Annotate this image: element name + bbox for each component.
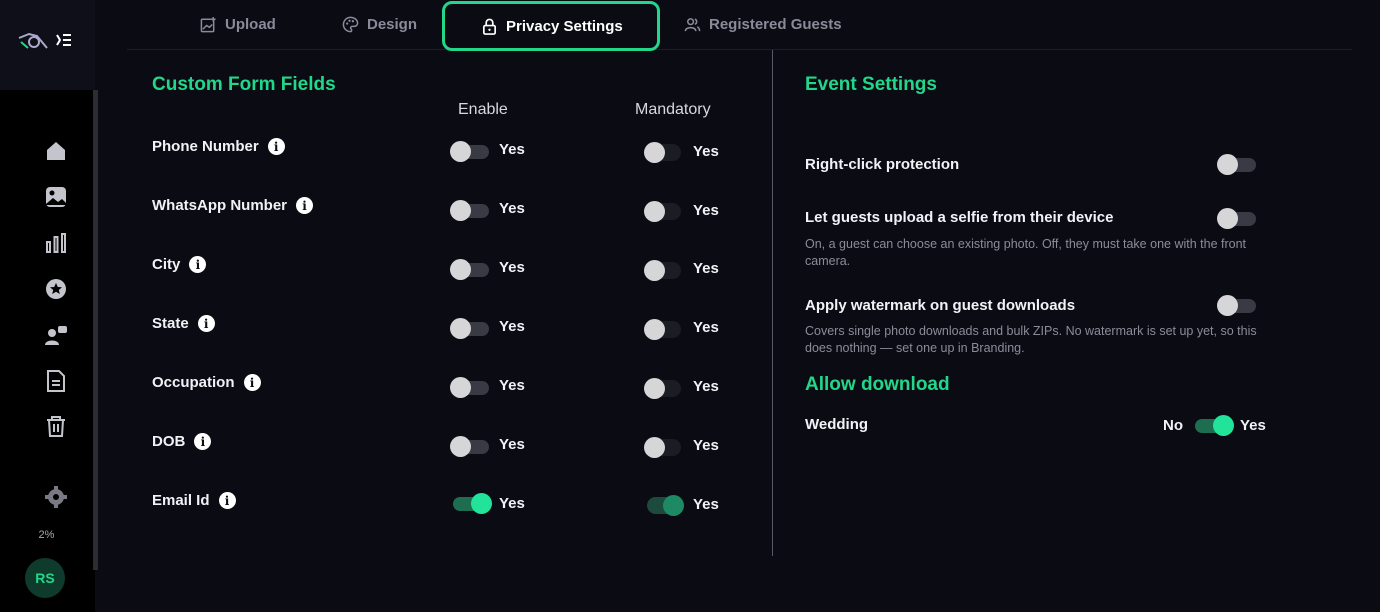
mandatory-toggle-whatsapp-number[interactable] bbox=[644, 201, 681, 222]
mandatory-toggle-phone-number[interactable] bbox=[644, 142, 681, 163]
mandatory-yes-label: Yes bbox=[693, 260, 719, 277]
star-icon[interactable] bbox=[44, 277, 68, 301]
trash-icon[interactable] bbox=[44, 414, 68, 438]
info-icon[interactable]: i bbox=[296, 197, 313, 214]
allow-download-no-label: No bbox=[1163, 417, 1183, 434]
watermark-label: Apply watermark on guest downloads bbox=[805, 297, 1076, 314]
mandatory-toggle-state[interactable] bbox=[644, 319, 681, 340]
document-icon[interactable] bbox=[44, 369, 68, 393]
enable-toggle-occupation[interactable] bbox=[450, 377, 489, 398]
selfie-upload-toggle[interactable] bbox=[1217, 208, 1256, 229]
info-icon[interactable]: i bbox=[194, 433, 212, 450]
tab-label: Design bbox=[367, 15, 418, 33]
field-label-phone-number: Phone Number i bbox=[152, 138, 285, 155]
mandatory-yes-label: Yes bbox=[693, 319, 719, 336]
users-icon[interactable] bbox=[44, 323, 68, 347]
settings-icon[interactable] bbox=[44, 485, 68, 509]
mandatory-toggle-dob[interactable] bbox=[644, 437, 681, 458]
sidebar-header bbox=[0, 0, 95, 90]
enable-toggle-whatsapp-number[interactable] bbox=[450, 200, 489, 221]
info-icon[interactable]: i bbox=[218, 492, 236, 509]
enable-yes-label: Yes bbox=[499, 495, 525, 512]
mandatory-yes-label: Yes bbox=[693, 496, 719, 513]
enable-yes-label: Yes bbox=[499, 318, 525, 335]
gallery-icon[interactable] bbox=[44, 185, 68, 209]
enable-yes-label: Yes bbox=[499, 377, 525, 394]
avatar[interactable]: RS bbox=[25, 558, 65, 598]
info-icon[interactable]: i bbox=[243, 374, 261, 391]
mandatory-column-header: Mandatory bbox=[635, 101, 711, 118]
field-label-email-id: Email Id i bbox=[152, 492, 236, 509]
allow-download-item-label: Wedding bbox=[805, 416, 869, 433]
analytics-icon[interactable] bbox=[44, 231, 68, 255]
event-settings-title: Event Settings bbox=[805, 74, 937, 95]
field-label-dob: DOB i bbox=[152, 433, 212, 450]
field-label-state: State i bbox=[152, 315, 215, 332]
lock-icon bbox=[482, 18, 497, 35]
allow-download-yes-label: Yes bbox=[1240, 417, 1266, 434]
column-divider bbox=[772, 50, 773, 556]
home-icon[interactable] bbox=[44, 139, 68, 163]
mandatory-yes-label: Yes bbox=[693, 202, 719, 219]
field-label-occupation: Occupation i bbox=[152, 374, 261, 391]
tab-label: Registered Guests bbox=[709, 15, 842, 33]
mandatory-toggle-email-id[interactable] bbox=[647, 495, 684, 516]
info-icon[interactable]: i bbox=[189, 256, 207, 273]
storage-usage: 2% bbox=[38, 529, 55, 541]
selfie-upload-description: On, a guest can choose an existing photo… bbox=[805, 237, 1247, 268]
field-label-whatsapp-number: WhatsApp Number i bbox=[152, 197, 313, 214]
enable-yes-label: Yes bbox=[499, 200, 525, 217]
allow-download-title: Allow download bbox=[805, 374, 950, 395]
enable-toggle-city[interactable] bbox=[450, 259, 489, 280]
enable-yes-label: Yes bbox=[499, 436, 525, 453]
mandatory-yes-label: Yes bbox=[693, 437, 719, 454]
right-click-protection-toggle[interactable] bbox=[1217, 154, 1256, 175]
tab-registered-guests[interactable]: Registered Guests bbox=[684, 0, 842, 48]
enable-toggle-email-id[interactable] bbox=[453, 493, 492, 514]
field-label-city: City i bbox=[152, 256, 207, 273]
enable-yes-label: Yes bbox=[499, 141, 525, 158]
custom-form-fields-title: Custom Form Fields bbox=[152, 74, 336, 95]
selfie-upload-label: Let guests upload a selfie from their de… bbox=[805, 209, 1114, 226]
info-icon[interactable]: i bbox=[267, 138, 285, 155]
tab-label: Upload bbox=[225, 15, 276, 33]
watermark-description: Covers single photo downloads and bulk Z… bbox=[805, 324, 1257, 355]
mandatory-toggle-city[interactable] bbox=[644, 260, 681, 281]
allow-download-toggle[interactable] bbox=[1195, 415, 1234, 436]
logo-icon bbox=[18, 32, 48, 49]
mandatory-yes-label: Yes bbox=[693, 378, 719, 395]
guests-icon bbox=[684, 17, 701, 31]
collapse-sidebar-icon[interactable] bbox=[55, 31, 73, 49]
mandatory-yes-label: Yes bbox=[693, 143, 719, 160]
enable-yes-label: Yes bbox=[499, 259, 525, 276]
enable-toggle-dob[interactable] bbox=[450, 436, 489, 457]
mandatory-toggle-occupation[interactable] bbox=[644, 378, 681, 399]
enable-toggle-state[interactable] bbox=[450, 318, 489, 339]
sidebar-scrollbar[interactable] bbox=[93, 90, 98, 570]
tab-upload[interactable]: Upload bbox=[200, 0, 276, 48]
upload-icon bbox=[200, 16, 216, 32]
tab-label: Privacy Settings bbox=[506, 17, 623, 35]
watermark-toggle[interactable] bbox=[1217, 295, 1256, 316]
tab-privacy-settings[interactable]: Privacy Settings bbox=[442, 1, 660, 51]
enable-toggle-phone-number[interactable] bbox=[450, 141, 489, 162]
enable-column-header: Enable bbox=[458, 101, 508, 118]
tab-bar: Upload Design Privacy Settings Registere… bbox=[127, 0, 1352, 51]
palette-icon bbox=[342, 16, 359, 32]
info-icon[interactable]: i bbox=[197, 315, 215, 332]
right-click-protection-label: Right-click protection bbox=[805, 156, 960, 173]
tab-design[interactable]: Design bbox=[342, 0, 417, 48]
